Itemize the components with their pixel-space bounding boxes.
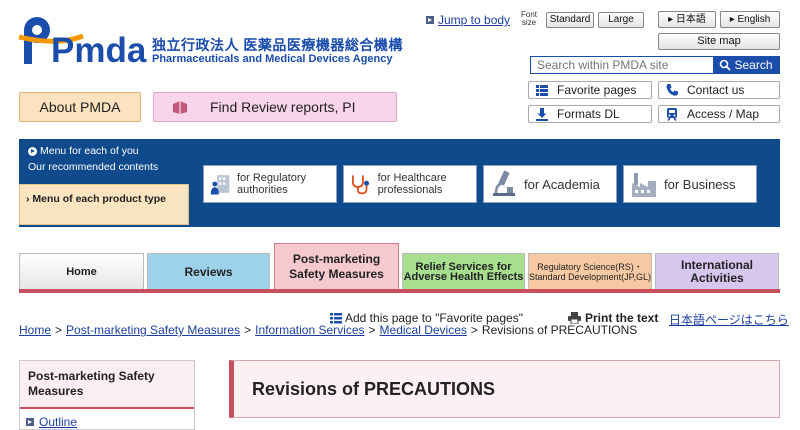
download-icon xyxy=(536,108,548,121)
arrow-icon: ▸ xyxy=(668,14,676,25)
contact-us-label: Contact us xyxy=(687,83,745,97)
breadcrumb-safety[interactable]: Post-marketing Safety Measures xyxy=(66,323,240,337)
breadcrumb-info-services[interactable]: Information Services xyxy=(255,323,364,337)
side-menu-outline-link[interactable]: Outline xyxy=(39,415,77,429)
arrow-icon xyxy=(426,16,434,24)
site-map-button[interactable]: Site map xyxy=(658,33,780,50)
tab-relief-services[interactable]: Relief Services for Adverse Health Effec… xyxy=(402,253,525,289)
tab-underline xyxy=(19,289,780,293)
pmda-logo[interactable]: Pmda xyxy=(18,10,148,68)
formats-download-label: Formats DL xyxy=(557,107,620,121)
menu-for-you-title: Menu for each of you xyxy=(40,145,139,157)
train-icon xyxy=(667,108,677,121)
formats-download-button[interactable]: Formats DL xyxy=(528,105,652,123)
card-regulatory-authorities[interactable]: for Regulatory authorities xyxy=(203,165,337,203)
breadcrumb-separator: > xyxy=(55,323,63,337)
page-title: Revisions of PRECAUTIONS xyxy=(252,378,496,399)
agency-name-english: Pharmaceuticals and Medical Devices Agen… xyxy=(152,53,393,65)
side-menu-title: Post-marketing Safety Measures xyxy=(20,360,194,409)
search-icon xyxy=(720,59,732,71)
card-healthcare-professionals[interactable]: for Healthcare professionals xyxy=(343,165,477,203)
tab-international-activities[interactable]: International Activities xyxy=(655,253,779,289)
tab-post-marketing-safety[interactable]: Post-marketing Safety Measures xyxy=(274,243,399,289)
breadcrumb: Home > Post-marketing Safety Measures > Info… xyxy=(19,323,637,337)
jump-to-body-text[interactable]: Jump to body xyxy=(438,13,510,27)
phone-icon xyxy=(666,84,678,96)
card-academia-label: for Academia xyxy=(524,176,600,192)
search-box: Search xyxy=(530,56,780,74)
menu-for-each-of-you[interactable]: Menu for each of you Our recommended con… xyxy=(19,143,189,181)
factory-icon xyxy=(632,173,656,197)
page-title-box: Revisions of PRECAUTIONS xyxy=(229,360,780,418)
access-map-button[interactable]: Access / Map xyxy=(658,105,780,123)
menu-for-you-subtitle: Our recommended contents xyxy=(28,161,159,173)
font-size-label: Font size xyxy=(520,10,537,27)
language-english-label: English xyxy=(737,14,771,25)
tab-regulatory-science[interactable]: Regulatory Science(RS)・Standard Developm… xyxy=(528,253,652,289)
jump-to-body-link[interactable]: Jump to body xyxy=(426,13,510,27)
card-business-label: for Business xyxy=(664,176,736,192)
language-japanese-button[interactable]: ▸ 日本語 xyxy=(658,11,716,28)
find-review-reports-button[interactable]: Find Review reports, PI xyxy=(153,92,397,122)
breadcrumb-separator: > xyxy=(244,323,252,337)
card-business[interactable]: for Business xyxy=(623,165,757,203)
document-icon xyxy=(173,101,187,114)
arrow-icon: ▸ xyxy=(729,14,738,25)
card-regulatory-label: for Regulatory authorities xyxy=(236,172,307,196)
building-person-icon xyxy=(210,175,230,195)
menu-product-type-label: Menu of each product type xyxy=(32,193,167,205)
stethoscope-icon xyxy=(351,175,370,195)
breadcrumb-current: Revisions of PRECAUTIONS xyxy=(481,323,638,337)
card-healthcare-label: for Healthcare professionals xyxy=(377,172,447,196)
breadcrumb-separator: > xyxy=(368,323,376,337)
menu-product-type-button[interactable]: › Menu of each product type xyxy=(19,184,189,225)
favorite-pages-label: Favorite pages xyxy=(557,83,637,97)
logo-text: Pmda xyxy=(51,31,147,68)
arrow-icon xyxy=(26,418,34,426)
about-pmda-button[interactable]: About PMDA xyxy=(19,92,141,122)
list-icon xyxy=(536,85,548,96)
access-map-label: Access / Map xyxy=(687,107,760,121)
side-menu: Post-marketing Safety Measures Outline xyxy=(19,360,195,430)
tab-home[interactable]: Home xyxy=(19,253,144,289)
search-button-label: Search xyxy=(734,58,773,72)
find-review-reports-label: Find Review reports, PI xyxy=(210,99,356,115)
search-button[interactable]: Search xyxy=(713,57,779,73)
breadcrumb-separator: > xyxy=(470,323,478,337)
microscope-icon xyxy=(493,170,515,196)
arrow-circle-icon xyxy=(28,146,37,156)
tab-reviews[interactable]: Reviews xyxy=(147,253,270,289)
japanese-page-link[interactable]: 日本語ページはこちら xyxy=(669,311,789,328)
font-standard-button[interactable]: Standard xyxy=(546,12,594,28)
search-input[interactable] xyxy=(531,57,713,73)
contact-us-button[interactable]: Contact us xyxy=(658,81,780,99)
side-menu-item-outline[interactable]: Outline xyxy=(20,409,194,429)
favorite-pages-button[interactable]: Favorite pages xyxy=(528,81,652,99)
agency-name-japanese: 独立行政法人 医薬品医療機器総合機構 xyxy=(152,37,403,53)
language-japanese-label: 日本語 xyxy=(675,14,706,25)
card-academia[interactable]: for Academia xyxy=(483,165,617,203)
language-english-button[interactable]: ▸ English xyxy=(720,11,780,28)
breadcrumb-medical-devices[interactable]: Medical Devices xyxy=(380,323,467,337)
breadcrumb-home[interactable]: Home xyxy=(19,323,51,337)
font-large-button[interactable]: Large xyxy=(598,12,644,28)
